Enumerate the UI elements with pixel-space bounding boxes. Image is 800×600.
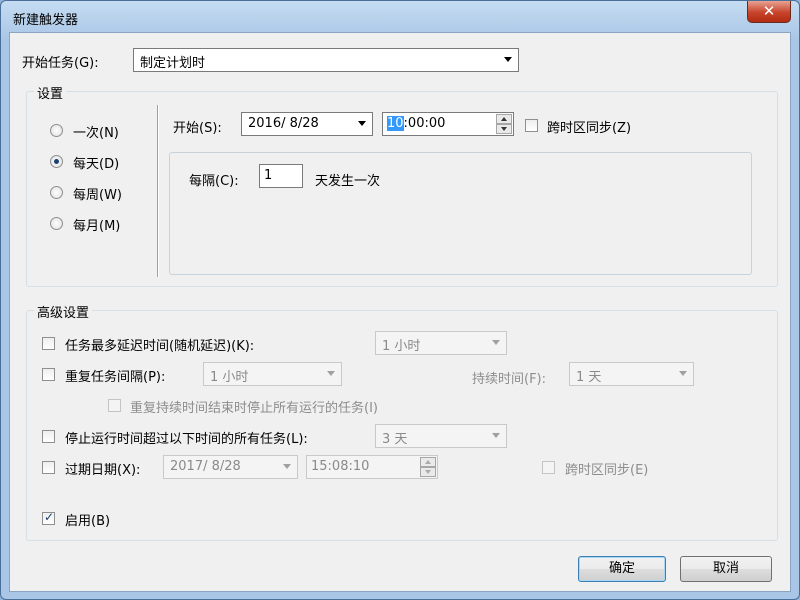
ok-button[interactable]: 确定 bbox=[578, 556, 666, 582]
chevron-down-icon bbox=[358, 121, 366, 126]
radio-weekly-label: 每周(W) bbox=[73, 188, 122, 203]
begin-task-dropdown[interactable]: 制定计划时 bbox=[133, 48, 519, 72]
chevron-down-icon bbox=[492, 433, 500, 438]
delay-label: 任务最多延迟时间(随机延迟)(K): bbox=[65, 339, 255, 354]
recurrence-panel bbox=[169, 152, 752, 275]
window-title: 新建触发器 bbox=[13, 13, 79, 28]
duration-dropdown[interactable]: 1 天 bbox=[569, 362, 694, 386]
enabled-label: 启用(B) bbox=[65, 514, 111, 529]
close-button[interactable]: ✕ bbox=[747, 1, 791, 23]
start-time-spinner[interactable] bbox=[496, 114, 512, 134]
begin-task-value: 制定计划时 bbox=[140, 56, 206, 71]
stop-longer-label: 停止运行时间超过以下时间的所有任务(L): bbox=[65, 432, 308, 447]
expire-time-value: 15:08:10 bbox=[311, 459, 370, 474]
spin-up-icon[interactable] bbox=[420, 457, 436, 467]
stop-longer-dropdown[interactable]: 3 天 bbox=[375, 424, 507, 448]
recur-interval-input[interactable]: 1 bbox=[259, 164, 303, 188]
expire-time-input[interactable]: 15:08:10 bbox=[306, 455, 438, 479]
expire-time-spinner[interactable] bbox=[420, 457, 436, 477]
settings-group-title: 设置 bbox=[34, 83, 67, 102]
expire-sync-checkbox[interactable] bbox=[542, 461, 555, 474]
radio-monthly[interactable] bbox=[50, 217, 63, 230]
expire-sync-label: 跨时区同步(E) bbox=[565, 463, 649, 478]
start-time-hour: 10 bbox=[387, 116, 404, 131]
stop-at-end-checkbox[interactable] bbox=[108, 399, 121, 412]
advanced-group-title: 高级设置 bbox=[34, 302, 93, 321]
repeat-value: 1 小时 bbox=[210, 370, 249, 385]
radio-daily[interactable] bbox=[50, 155, 63, 168]
chevron-down-icon bbox=[492, 340, 500, 345]
stop-longer-checkbox[interactable] bbox=[42, 430, 55, 443]
repeat-dropdown[interactable]: 1 小时 bbox=[203, 362, 342, 386]
chevron-down-icon bbox=[679, 371, 687, 376]
spin-down-icon[interactable] bbox=[420, 467, 436, 477]
spin-down-icon[interactable] bbox=[496, 124, 512, 134]
settings-divider bbox=[157, 105, 159, 277]
repeat-checkbox[interactable] bbox=[42, 368, 55, 381]
expire-date-value: 2017/ 8/28 bbox=[170, 459, 241, 474]
stop-longer-value: 3 天 bbox=[382, 432, 408, 447]
start-date-value: 2016/ 8/28 bbox=[248, 116, 319, 131]
enabled-checkbox[interactable] bbox=[42, 510, 55, 525]
duration-label: 持续时间(F): bbox=[472, 372, 547, 387]
radio-once-label: 一次(N) bbox=[73, 126, 119, 141]
duration-value: 1 天 bbox=[576, 370, 602, 385]
chevron-down-icon bbox=[504, 57, 512, 62]
dialog-window: 新建触发器 ✕ 开始任务(G): 制定计划时 设置 一次(N) 每天(D) 每周… bbox=[0, 0, 800, 600]
spin-up-icon[interactable] bbox=[496, 114, 512, 124]
recur-unit-label: 天发生一次 bbox=[315, 174, 381, 189]
start-time-input[interactable]: 10:00:00 bbox=[382, 112, 514, 136]
recur-label: 每隔(C): bbox=[189, 174, 239, 189]
radio-monthly-label: 每月(M) bbox=[73, 219, 121, 234]
sync-timezone-checkbox[interactable] bbox=[525, 119, 538, 132]
cancel-button[interactable]: 取消 bbox=[680, 556, 772, 582]
recur-interval-value: 1 bbox=[264, 168, 273, 183]
stop-at-end-label: 重复持续时间结束时停止所有运行的任务(I) bbox=[130, 401, 378, 416]
delay-dropdown[interactable]: 1 小时 bbox=[375, 331, 507, 355]
repeat-label: 重复任务间隔(P): bbox=[65, 370, 166, 385]
radio-once[interactable] bbox=[50, 124, 63, 137]
expire-checkbox[interactable] bbox=[42, 461, 55, 474]
radio-weekly[interactable] bbox=[50, 186, 63, 199]
begin-task-label: 开始任务(G): bbox=[22, 56, 99, 71]
expire-date-picker[interactable]: 2017/ 8/28 bbox=[163, 455, 298, 479]
dialog-client: 开始任务(G): 制定计划时 设置 一次(N) 每天(D) 每周(W) 每月(M… bbox=[9, 32, 791, 592]
close-icon: ✕ bbox=[762, 2, 776, 20]
delay-checkbox[interactable] bbox=[42, 337, 55, 350]
sync-timezone-label: 跨时区同步(Z) bbox=[547, 121, 632, 136]
expire-label: 过期日期(X): bbox=[65, 463, 141, 478]
start-label: 开始(S): bbox=[173, 121, 222, 136]
start-time-rest: :00:00 bbox=[403, 116, 446, 131]
title-bar[interactable]: 新建触发器 ✕ bbox=[1, 1, 799, 31]
chevron-down-icon bbox=[327, 371, 335, 376]
radio-daily-label: 每天(D) bbox=[73, 157, 120, 172]
delay-value: 1 小时 bbox=[382, 339, 421, 354]
start-date-picker[interactable]: 2016/ 8/28 bbox=[241, 112, 373, 136]
chevron-down-icon bbox=[283, 464, 291, 469]
